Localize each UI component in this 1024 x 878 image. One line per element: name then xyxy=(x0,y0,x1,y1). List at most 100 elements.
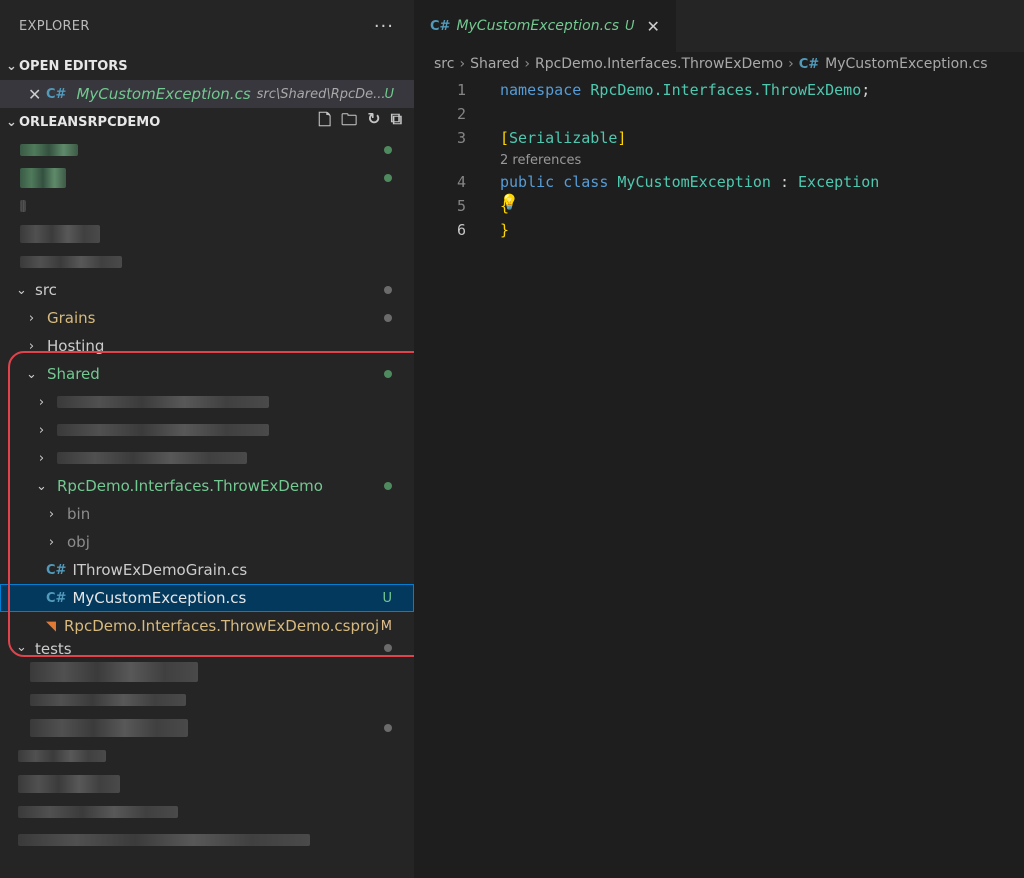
tree-folder-shared[interactable]: ⌄ Shared xyxy=(0,360,414,388)
code-token: namespace xyxy=(500,81,582,99)
untracked-badge: U xyxy=(384,86,394,102)
csharp-file-icon: C# xyxy=(46,590,67,606)
chevron-right-icon: › xyxy=(524,56,530,72)
list-item[interactable] xyxy=(0,248,414,276)
code-line: 4 public class MyCustomException : Excep… xyxy=(414,170,1024,194)
breadcrumb-item[interactable]: src xyxy=(434,56,454,72)
collapse-all-icon[interactable]: ⧉ xyxy=(391,109,402,136)
explorer-sidebar: EXPLORER ··· ⌄ OPEN EDITORS ✕ C# MyCusto… xyxy=(0,0,414,878)
list-item[interactable] xyxy=(0,770,414,798)
tree-folder-bin[interactable]: › bin xyxy=(0,500,414,528)
csharp-file-icon: C# xyxy=(430,18,451,34)
chevron-down-icon: ⌄ xyxy=(6,58,17,74)
list-item[interactable] xyxy=(0,826,414,854)
folder-label: bin xyxy=(67,505,91,523)
open-editors-label: OPEN EDITORS xyxy=(19,58,128,74)
open-editor-path: src\Shared\RpcDe... xyxy=(256,86,386,102)
folder-label: tests xyxy=(35,640,72,658)
chevron-down-icon: ⌄ xyxy=(36,478,47,494)
code-token: } xyxy=(500,221,510,239)
list-item[interactable]: › xyxy=(0,388,414,416)
line-number: 5 xyxy=(456,197,466,215)
list-item[interactable] xyxy=(0,192,414,220)
list-item[interactable]: › xyxy=(0,444,414,472)
chevron-down-icon: ⌄ xyxy=(6,114,17,130)
code-token: ; xyxy=(861,81,871,99)
file-label: RpcDemo.Interfaces.ThrowExDemo.csproj xyxy=(64,617,380,635)
lightbulb-icon[interactable]: 💡 xyxy=(500,193,519,211)
list-item[interactable]: › xyxy=(0,416,414,444)
tree-folder-tests[interactable]: ⌄ tests xyxy=(0,640,414,658)
file-label: MyCustomException.cs xyxy=(72,589,247,607)
tree-folder-obj[interactable]: › obj xyxy=(0,528,414,556)
more-actions-icon[interactable]: ··· xyxy=(374,16,394,37)
workspace-header[interactable]: ⌄ ORLEANSRPCDEMO 🗋 🗀 ↻ ⧉ xyxy=(0,108,414,136)
code-line: 6 } xyxy=(414,218,1024,242)
codelens-references[interactable]: 2 references xyxy=(414,150,1024,170)
tab-mycustomexception[interactable]: C# MyCustomException.cs U ✕ xyxy=(414,0,676,52)
list-item[interactable] xyxy=(0,164,414,192)
chevron-down-icon: ⌄ xyxy=(16,282,27,298)
chevron-down-icon: ⌄ xyxy=(26,366,37,382)
workspace-label: ORLEANSRPCDEMO xyxy=(19,114,161,130)
chevron-right-icon: › xyxy=(48,534,55,550)
breadcrumb-item[interactable]: MyCustomException.cs xyxy=(825,56,987,72)
file-label: IThrowExDemoGrain.cs xyxy=(72,561,248,579)
refresh-icon[interactable]: ↻ xyxy=(367,109,380,136)
breadcrumb: src › Shared › RpcDemo.Interfaces.ThrowE… xyxy=(414,52,1024,76)
folder-label: src xyxy=(35,281,57,299)
list-item[interactable] xyxy=(0,742,414,770)
list-item[interactable] xyxy=(0,798,414,826)
chevron-right-icon: › xyxy=(38,450,45,466)
close-icon[interactable]: ✕ xyxy=(28,85,46,104)
rss-feed-icon: ◥ xyxy=(46,618,56,634)
csharp-file-icon: C# xyxy=(46,562,67,578)
breadcrumb-item[interactable]: RpcDemo.Interfaces.ThrowExDemo xyxy=(535,56,783,72)
csharp-file-icon: C# xyxy=(798,56,820,72)
close-icon[interactable]: ✕ xyxy=(647,17,660,36)
explorer-header: EXPLORER ··· xyxy=(0,0,414,52)
breadcrumb-item[interactable]: Shared xyxy=(470,56,519,72)
csharp-file-icon: C# xyxy=(46,86,67,102)
list-item[interactable] xyxy=(0,714,414,742)
line-number: 3 xyxy=(456,129,466,147)
chevron-right-icon: › xyxy=(788,56,794,72)
chevron-down-icon: ⌄ xyxy=(16,640,27,655)
list-item[interactable] xyxy=(0,658,414,686)
tab-bar: C# MyCustomException.cs U ✕ xyxy=(414,0,1024,52)
code-area[interactable]: 1 namespace RpcDemo.Interfaces.ThrowExDe… xyxy=(414,78,1024,242)
tree-file-csproj[interactable]: ◥ RpcDemo.Interfaces.ThrowExDemo.csproj … xyxy=(0,612,414,640)
tree-file-ithrowexdemograin[interactable]: C# IThrowExDemoGrain.cs xyxy=(0,556,414,584)
untracked-badge: U xyxy=(382,590,392,606)
code-line: 1 namespace RpcDemo.Interfaces.ThrowExDe… xyxy=(414,78,1024,102)
folder-label: Grains xyxy=(47,309,96,327)
code-token: RpcDemo.Interfaces.ThrowExDemo xyxy=(590,81,862,99)
untracked-badge: U xyxy=(625,18,635,34)
folder-label: Hosting xyxy=(47,337,105,355)
tree-folder-project[interactable]: ⌄ RpcDemo.Interfaces.ThrowExDemo xyxy=(0,472,414,500)
new-file-icon[interactable]: 🗋 xyxy=(318,109,331,136)
chevron-right-icon: › xyxy=(459,56,466,72)
code-line: 2 xyxy=(414,102,1024,126)
open-editors-header[interactable]: ⌄ OPEN EDITORS xyxy=(0,52,414,80)
new-folder-icon[interactable]: 🗀 xyxy=(341,109,357,136)
explorer-title: EXPLORER xyxy=(19,18,90,34)
code-token: MyCustomException xyxy=(617,173,771,191)
list-item[interactable] xyxy=(0,136,414,164)
code-token: public xyxy=(500,173,555,191)
chevron-right-icon: › xyxy=(38,394,45,410)
tree-file-mycustomexception[interactable]: C# MyCustomException.cs U xyxy=(0,584,414,612)
tree-folder-src[interactable]: ⌄ src xyxy=(0,276,414,304)
tab-label: MyCustomException.cs xyxy=(456,18,620,34)
tree-folder-hosting[interactable]: › Hosting xyxy=(0,332,414,360)
chevron-right-icon: › xyxy=(38,422,45,438)
list-item[interactable] xyxy=(0,686,414,714)
line-number: 1 xyxy=(456,81,466,99)
folder-label: RpcDemo.Interfaces.ThrowExDemo xyxy=(57,477,323,495)
tree-folder-grains[interactable]: › Grains xyxy=(0,304,414,332)
list-item[interactable] xyxy=(0,220,414,248)
editor-pane: C# MyCustomException.cs U ✕ src › Shared… xyxy=(414,0,1024,878)
code-token: Exception xyxy=(798,173,880,191)
open-editor-item[interactable]: ✕ C# MyCustomException.cs src\Shared\Rpc… xyxy=(0,80,414,108)
line-number: 6 xyxy=(456,221,466,239)
